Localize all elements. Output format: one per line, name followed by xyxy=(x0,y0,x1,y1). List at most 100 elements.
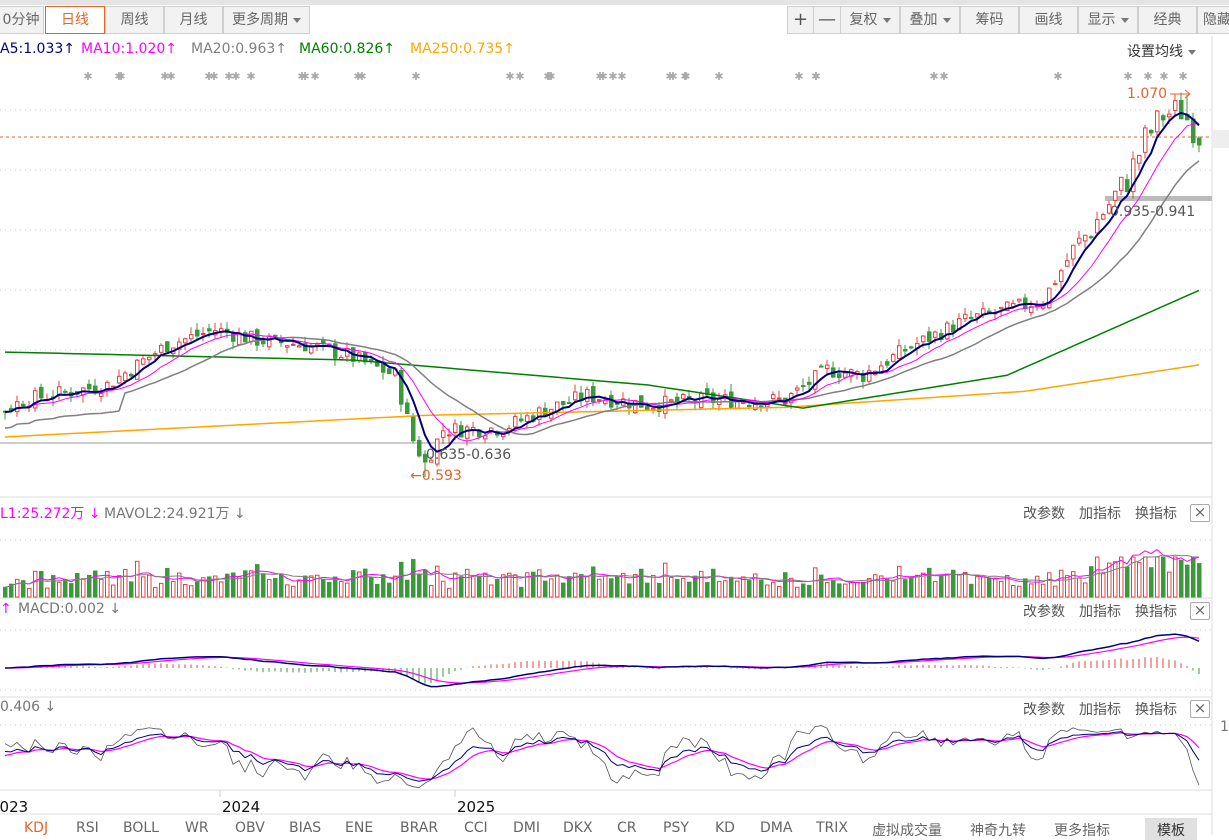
panel-add-button[interactable]: 加指标 xyxy=(1079,601,1121,621)
volume-bar xyxy=(129,581,134,598)
indicator-tab-模板[interactable]: 模板 xyxy=(1145,818,1197,840)
event-marker-icon: ✱ xyxy=(114,70,123,83)
volume-bar xyxy=(357,571,362,598)
volume-bar xyxy=(537,569,542,598)
indicator-tab-KDJ[interactable]: KDJ xyxy=(24,820,48,836)
panel-swap-button[interactable]: 换指标 xyxy=(1135,601,1177,621)
candle-up xyxy=(1047,287,1052,309)
volume-bar xyxy=(603,575,608,598)
candle-up xyxy=(153,353,158,356)
volume-bar xyxy=(453,572,458,598)
panel-swap-button[interactable]: 换指标 xyxy=(1135,503,1177,523)
volume-bar xyxy=(945,573,950,598)
indicator-tab-更多指标[interactable]: 更多指标 xyxy=(1054,820,1110,840)
volume-bar xyxy=(3,586,8,598)
event-marker-icon: ✱ xyxy=(1123,70,1132,83)
panel-edit-button[interactable]: 改参数 xyxy=(1023,503,1065,523)
volume-bar xyxy=(1197,563,1202,598)
volume-bar xyxy=(1173,556,1178,598)
volume-bar xyxy=(273,577,278,598)
panel-add-button[interactable]: 加指标 xyxy=(1079,503,1121,523)
volume-bar xyxy=(237,576,242,598)
indicator-tab-PSY[interactable]: PSY xyxy=(663,820,689,836)
candle-up xyxy=(123,372,128,382)
volume-bar xyxy=(99,578,104,598)
volume-bar xyxy=(27,587,32,598)
indicator-tab-BIAS[interactable]: BIAS xyxy=(289,820,321,836)
volume-bar xyxy=(495,579,500,598)
volume-bar xyxy=(147,574,152,598)
indicator-tab-KD[interactable]: KD xyxy=(715,820,735,836)
indicator-tab-OBV[interactable]: OBV xyxy=(235,820,265,836)
indicator-tab-CR[interactable]: CR xyxy=(617,820,637,836)
indicator-tab-神奇九转[interactable]: 神奇九转 xyxy=(970,820,1026,840)
candle-down xyxy=(129,373,134,377)
event-marker-icon: ✱ xyxy=(665,70,674,83)
indicator-tab-TRIX[interactable]: TRIX xyxy=(816,820,848,836)
volume-bar xyxy=(1059,569,1064,598)
volume-bar xyxy=(351,570,356,598)
event-marker-icon: ✱ xyxy=(411,70,420,83)
volume-bar xyxy=(321,579,326,598)
volume-bar xyxy=(927,567,932,598)
price-marker-box xyxy=(1213,130,1229,148)
indicator-tab-BRAR[interactable]: BRAR xyxy=(400,820,438,836)
volume-bar xyxy=(969,583,974,598)
candle-up xyxy=(513,416,518,428)
event-marker-icon: ✱ xyxy=(680,70,689,83)
volume-bar xyxy=(255,564,260,598)
candle-up xyxy=(999,306,1004,310)
resistance-band-label: 0.935-0.941 xyxy=(1110,204,1196,220)
candle-up xyxy=(975,313,980,318)
volume-bar xyxy=(153,587,158,598)
candle-down xyxy=(807,381,812,385)
indicator-tab-BOLL[interactable]: BOLL xyxy=(123,820,159,836)
panel-edit-button[interactable]: 改参数 xyxy=(1023,699,1065,719)
indicator-tab-DMI[interactable]: DMI xyxy=(513,820,540,836)
panel-edit-button[interactable]: 改参数 xyxy=(1023,601,1065,621)
panel-add-button[interactable]: 加指标 xyxy=(1079,699,1121,719)
indicator-tab-CCI[interactable]: CCI xyxy=(464,820,488,836)
volume-bar xyxy=(189,585,194,598)
candle-up xyxy=(771,394,776,400)
volume-bar xyxy=(57,581,62,598)
panel-swap-button[interactable]: 换指标 xyxy=(1135,699,1177,719)
candle-up xyxy=(1155,110,1160,133)
macd-arrow: ↑ xyxy=(0,601,12,617)
volume-bar xyxy=(999,580,1004,598)
candle-up xyxy=(525,415,530,422)
candle-up xyxy=(897,345,902,359)
volume-bar xyxy=(429,584,434,598)
volume-bar xyxy=(861,581,866,598)
indicator-tab-WR[interactable]: WR xyxy=(185,820,209,836)
volume-bar xyxy=(645,582,650,598)
event-marker-icon: ✱ xyxy=(794,70,803,83)
volume-bar xyxy=(585,576,590,598)
event-marker-icon: ✱ xyxy=(617,70,626,83)
candle-down xyxy=(1191,118,1196,144)
panel-close-button[interactable]: × xyxy=(1190,602,1210,620)
mavol1-line xyxy=(4,549,1200,588)
volume-bar xyxy=(1155,556,1160,598)
indicator-tab-虚拟成交量[interactable]: 虚拟成交量 xyxy=(872,820,942,840)
panel-close-button[interactable]: × xyxy=(1190,504,1210,522)
volume-bar xyxy=(549,578,554,598)
indicator-tab-RSI[interactable]: RSI xyxy=(76,820,99,836)
indicator-tab-DMA[interactable]: DMA xyxy=(760,820,792,836)
indicator-tab-DKX[interactable]: DKX xyxy=(563,820,593,836)
candle-down xyxy=(927,331,932,342)
volume-bar xyxy=(765,584,770,598)
indicator-tab-ENE[interactable]: ENE xyxy=(345,820,373,836)
volume-bar xyxy=(705,582,710,598)
volume-bar xyxy=(1035,575,1040,598)
ma60-line xyxy=(4,289,1200,409)
candle-down xyxy=(987,310,992,313)
candle-down xyxy=(951,324,956,333)
volume-bar xyxy=(63,578,68,598)
mavol1-label: L1:25.272万 ↓ xyxy=(0,506,101,522)
volume-bar xyxy=(891,580,896,598)
volume-bar xyxy=(669,576,674,598)
panel-close-button[interactable]: × xyxy=(1190,700,1210,718)
kdj-d-line xyxy=(4,732,1200,780)
volume-bar xyxy=(81,578,86,598)
